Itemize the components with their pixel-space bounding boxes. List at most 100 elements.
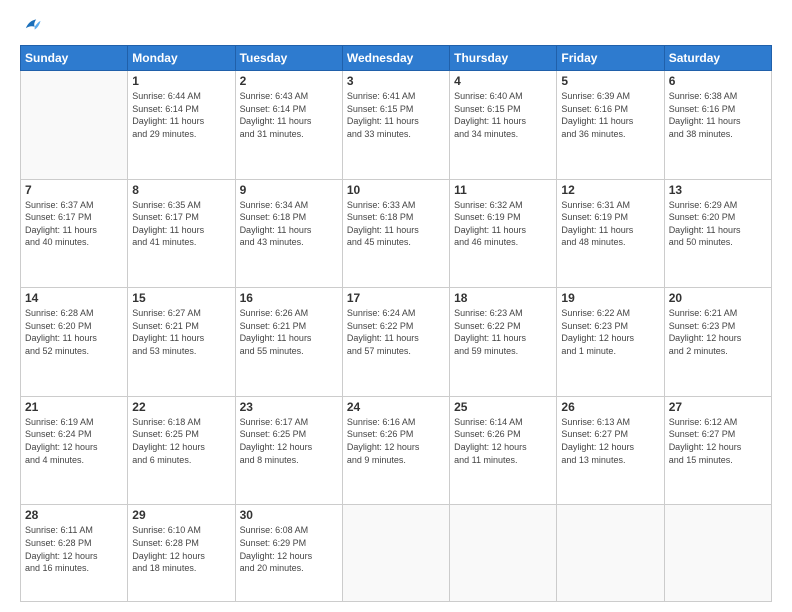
- day-number: 1: [132, 74, 230, 88]
- day-number: 5: [561, 74, 659, 88]
- calendar-cell: 23Sunrise: 6:17 AMSunset: 6:25 PMDayligh…: [235, 396, 342, 505]
- day-number: 15: [132, 291, 230, 305]
- calendar-cell: 26 Sunrise: 6:13 AMSunset: 6:27 PMDayligh…: [557, 396, 664, 505]
- day-number: 2: [240, 74, 338, 88]
- day-number: 10: [347, 183, 445, 197]
- day-info: Sunrise: 6:38 AMSunset: 6:16 PMDaylight:…: [669, 90, 767, 140]
- calendar-cell: 25 Sunrise: 6:14 AMSunset: 6:26 PMDayligh…: [450, 396, 557, 505]
- day-number: 22: [132, 400, 230, 414]
- calendar-cell: 15 Sunrise: 6:27 AMSunset: 6:21 PMDayligh…: [128, 288, 235, 397]
- calendar-cell: 10Sunrise: 6:33 AMSunset: 6:18 PMDayligh…: [342, 179, 449, 288]
- calendar-cell: 17 Sunrise: 6:24 AMSunset: 6:22 PMDayligh…: [342, 288, 449, 397]
- day-info: Sunrise: 6:10 AMSunset: 6:28 PMDaylight:…: [132, 524, 230, 574]
- day-number: 29: [132, 508, 230, 522]
- day-number: 27: [669, 400, 767, 414]
- week-row-1: 1Sunrise: 6:44 AMSunset: 6:14 PMDaylight…: [21, 71, 772, 180]
- weekday-header-wednesday: Wednesday: [342, 46, 449, 71]
- calendar-cell: 24 Sunrise: 6:16 AMSunset: 6:26 PMDayligh…: [342, 396, 449, 505]
- day-info: Sunrise: 6:24 AMSunset: 6:22 PMDaylight:…: [347, 307, 445, 357]
- day-number: 7: [25, 183, 123, 197]
- weekday-header-monday: Monday: [128, 46, 235, 71]
- week-row-5: 28 Sunrise: 6:11 AMSunset: 6:28 PMDayligh…: [21, 505, 772, 602]
- day-info: Sunrise: 6:12 AMSunset: 6:27 PMDaylight:…: [669, 416, 767, 466]
- day-info: Sunrise: 6:27 AMSunset: 6:21 PMDaylight:…: [132, 307, 230, 357]
- day-number: 18: [454, 291, 552, 305]
- calendar-cell: 5 Sunrise: 6:39 AMSunset: 6:16 PMDaylight…: [557, 71, 664, 180]
- day-info: Sunrise: 6:40 AMSunset: 6:15 PMDaylight:…: [454, 90, 552, 140]
- calendar-cell: 8Sunrise: 6:35 AMSunset: 6:17 PMDaylight…: [128, 179, 235, 288]
- calendar-cell: 28 Sunrise: 6:11 AMSunset: 6:28 PMDayligh…: [21, 505, 128, 602]
- day-info: Sunrise: 6:37 AMSunset: 6:17 PMDaylight:…: [25, 199, 123, 249]
- calendar-cell: [557, 505, 664, 602]
- calendar-cell: 14 Sunrise: 6:28 AMSunset: 6:20 PMDayligh…: [21, 288, 128, 397]
- calendar-cell: 3Sunrise: 6:41 AMSunset: 6:15 PMDaylight…: [342, 71, 449, 180]
- day-info: Sunrise: 6:29 AMSunset: 6:20 PMDaylight:…: [669, 199, 767, 249]
- day-number: 25: [454, 400, 552, 414]
- calendar-cell: 19 Sunrise: 6:22 AMSunset: 6:23 PMDayligh…: [557, 288, 664, 397]
- day-number: 12: [561, 183, 659, 197]
- header: [20, 15, 772, 37]
- calendar-cell: 22Sunrise: 6:18 AMSunset: 6:25 PMDayligh…: [128, 396, 235, 505]
- calendar-table: SundayMondayTuesdayWednesdayThursdayFrid…: [20, 45, 772, 602]
- calendar-cell: 12 Sunrise: 6:31 AMSunset: 6:19 PMDayligh…: [557, 179, 664, 288]
- day-info: Sunrise: 6:28 AMSunset: 6:20 PMDaylight:…: [25, 307, 123, 357]
- calendar-cell: 7 Sunrise: 6:37 AMSunset: 6:17 PMDaylight…: [21, 179, 128, 288]
- calendar-cell: 30 Sunrise: 6:08 AMSunset: 6:29 PMDayligh…: [235, 505, 342, 602]
- calendar-cell: 16Sunrise: 6:26 AMSunset: 6:21 PMDayligh…: [235, 288, 342, 397]
- day-info: Sunrise: 6:14 AMSunset: 6:26 PMDaylight:…: [454, 416, 552, 466]
- calendar-cell: [342, 505, 449, 602]
- day-info: Sunrise: 6:39 AMSunset: 6:16 PMDaylight:…: [561, 90, 659, 140]
- calendar-cell: 2 Sunrise: 6:43 AMSunset: 6:14 PMDaylight…: [235, 71, 342, 180]
- day-number: 21: [25, 400, 123, 414]
- weekday-header-row: SundayMondayTuesdayWednesdayThursdayFrid…: [21, 46, 772, 71]
- weekday-header-friday: Friday: [557, 46, 664, 71]
- week-row-2: 7 Sunrise: 6:37 AMSunset: 6:17 PMDaylight…: [21, 179, 772, 288]
- calendar-cell: 4Sunrise: 6:40 AMSunset: 6:15 PMDaylight…: [450, 71, 557, 180]
- calendar-cell: 27 Sunrise: 6:12 AMSunset: 6:27 PMDayligh…: [664, 396, 771, 505]
- day-number: 20: [669, 291, 767, 305]
- calendar-cell: [21, 71, 128, 180]
- calendar-cell: 6 Sunrise: 6:38 AMSunset: 6:16 PMDaylight…: [664, 71, 771, 180]
- day-info: Sunrise: 6:13 AMSunset: 6:27 PMDaylight:…: [561, 416, 659, 466]
- day-number: 11: [454, 183, 552, 197]
- weekday-header-saturday: Saturday: [664, 46, 771, 71]
- day-info: Sunrise: 6:16 AMSunset: 6:26 PMDaylight:…: [347, 416, 445, 466]
- page: SundayMondayTuesdayWednesdayThursdayFrid…: [0, 0, 792, 612]
- weekday-header-sunday: Sunday: [21, 46, 128, 71]
- day-info: Sunrise: 6:19 AMSunset: 6:24 PMDaylight:…: [25, 416, 123, 466]
- day-info: Sunrise: 6:32 AMSunset: 6:19 PMDaylight:…: [454, 199, 552, 249]
- weekday-header-thursday: Thursday: [450, 46, 557, 71]
- week-row-3: 14 Sunrise: 6:28 AMSunset: 6:20 PMDayligh…: [21, 288, 772, 397]
- weekday-header-tuesday: Tuesday: [235, 46, 342, 71]
- logo-bird-icon: [20, 15, 42, 37]
- day-info: Sunrise: 6:31 AMSunset: 6:19 PMDaylight:…: [561, 199, 659, 249]
- day-info: Sunrise: 6:21 AMSunset: 6:23 PMDaylight:…: [669, 307, 767, 357]
- logo: [20, 15, 46, 37]
- calendar-cell: 21 Sunrise: 6:19 AMSunset: 6:24 PMDayligh…: [21, 396, 128, 505]
- day-info: Sunrise: 6:11 AMSunset: 6:28 PMDaylight:…: [25, 524, 123, 574]
- day-info: Sunrise: 6:22 AMSunset: 6:23 PMDaylight:…: [561, 307, 659, 357]
- day-number: 6: [669, 74, 767, 88]
- day-number: 24: [347, 400, 445, 414]
- day-info: Sunrise: 6:23 AMSunset: 6:22 PMDaylight:…: [454, 307, 552, 357]
- day-info: Sunrise: 6:43 AMSunset: 6:14 PMDaylight:…: [240, 90, 338, 140]
- day-number: 17: [347, 291, 445, 305]
- day-number: 13: [669, 183, 767, 197]
- calendar-cell: 11 Sunrise: 6:32 AMSunset: 6:19 PMDayligh…: [450, 179, 557, 288]
- day-info: Sunrise: 6:08 AMSunset: 6:29 PMDaylight:…: [240, 524, 338, 574]
- calendar-cell: [450, 505, 557, 602]
- day-number: 28: [25, 508, 123, 522]
- calendar-cell: 1Sunrise: 6:44 AMSunset: 6:14 PMDaylight…: [128, 71, 235, 180]
- calendar-cell: [664, 505, 771, 602]
- day-number: 16: [240, 291, 338, 305]
- day-number: 23: [240, 400, 338, 414]
- calendar-cell: 29 Sunrise: 6:10 AMSunset: 6:28 PMDayligh…: [128, 505, 235, 602]
- day-info: Sunrise: 6:35 AMSunset: 6:17 PMDaylight:…: [132, 199, 230, 249]
- calendar-cell: 13 Sunrise: 6:29 AMSunset: 6:20 PMDayligh…: [664, 179, 771, 288]
- day-number: 26: [561, 400, 659, 414]
- day-number: 14: [25, 291, 123, 305]
- week-row-4: 21 Sunrise: 6:19 AMSunset: 6:24 PMDayligh…: [21, 396, 772, 505]
- calendar-cell: 20 Sunrise: 6:21 AMSunset: 6:23 PMDayligh…: [664, 288, 771, 397]
- day-number: 19: [561, 291, 659, 305]
- day-number: 30: [240, 508, 338, 522]
